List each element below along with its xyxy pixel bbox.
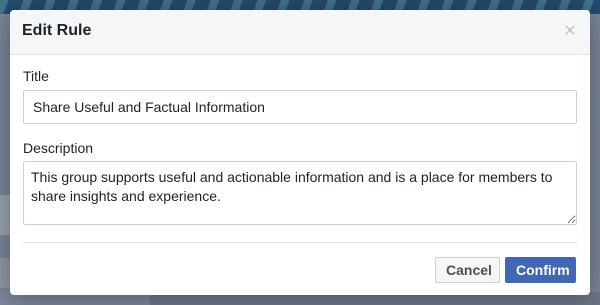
title-label: Title — [23, 68, 49, 84]
close-icon[interactable]: × — [560, 21, 580, 42]
description-textarea[interactable]: This group supports useful and actionabl… — [23, 161, 577, 225]
title-input[interactable] — [23, 90, 577, 124]
description-label: Description — [23, 140, 94, 156]
confirm-button[interactable]: Confirm — [505, 257, 576, 283]
dialog-title: Edit Rule — [22, 22, 92, 39]
dialog-header: Edit Rule × — [10, 10, 590, 55]
edit-rule-dialog: Edit Rule × Title Description This group… — [10, 10, 590, 295]
divider — [23, 242, 577, 243]
cancel-button[interactable]: Cancel — [435, 257, 500, 283]
